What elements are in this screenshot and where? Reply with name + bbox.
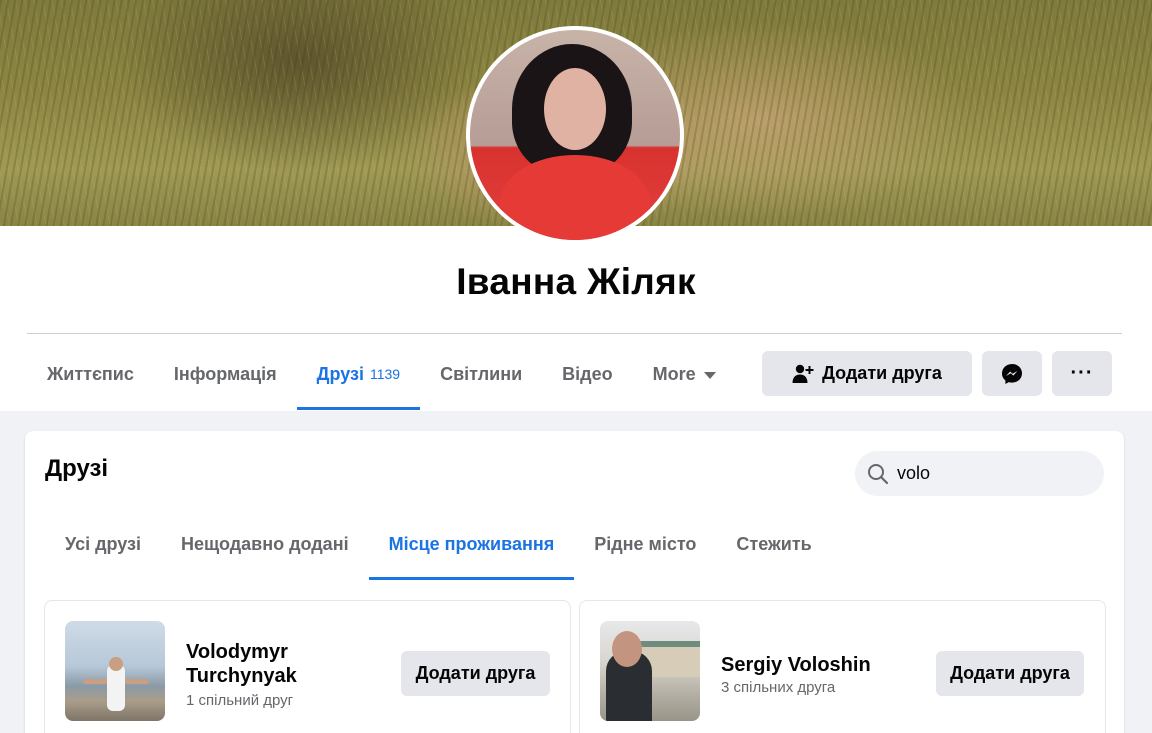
messenger-icon [1002, 363, 1022, 384]
tab-friends[interactable]: Друзі 1139 [296, 351, 421, 410]
tab-label: Світлини [440, 363, 523, 384]
subtab-hometown[interactable]: Рідне місто [574, 521, 716, 567]
tab-label: Відео [562, 363, 613, 384]
message-button[interactable] [982, 351, 1042, 396]
mutual-friends[interactable]: 3 спільних друга [721, 679, 835, 696]
search-icon [868, 463, 889, 484]
more-dots-icon: ··· [1070, 362, 1094, 384]
subtab-recently-added[interactable]: Нещодавно додані [161, 521, 369, 567]
tab-label: Життєпис [47, 363, 134, 384]
subtab-all-friends[interactable]: Усі друзі [45, 521, 161, 567]
tab-more[interactable]: More [633, 351, 736, 397]
add-person-icon [792, 364, 814, 383]
friend-photo[interactable] [600, 621, 700, 721]
profile-name: Іванна Жіляк [456, 261, 696, 302]
caret-down-icon [703, 371, 716, 379]
add-friend-button[interactable]: Додати друга [936, 651, 1084, 696]
add-friend-label: Додати друга [822, 363, 942, 383]
tab-photos[interactable]: Світлини [420, 351, 542, 397]
friend-card: Sergiy Voloshin 3 спільних друга Додати … [579, 600, 1106, 733]
header-divider [27, 333, 1122, 334]
friends-search[interactable] [855, 451, 1104, 496]
friend-photo[interactable] [65, 621, 165, 721]
tab-label: More [652, 363, 696, 384]
add-friend-button[interactable]: Додати друга [401, 651, 550, 696]
friend-name[interactable]: Volodymyr Turchynyak [186, 640, 366, 688]
subtab-following[interactable]: Стежить [716, 521, 831, 567]
friends-card: Друзі Усі друзі Нещодавно додані Місце п… [25, 431, 1124, 733]
add-friend-button[interactable]: Додати друга [762, 351, 972, 396]
subtab-current-city[interactable]: Місце проживання [368, 521, 575, 580]
search-input[interactable] [897, 463, 1077, 484]
profile-tabs: Життєпис Інформація Друзі 1139 Світлини В… [27, 351, 736, 411]
tab-about[interactable]: Інформація [154, 351, 297, 397]
profile-avatar[interactable] [466, 26, 684, 244]
friends-count: 1139 [369, 366, 401, 382]
tab-timeline[interactable]: Життєпис [27, 351, 154, 397]
more-options-button[interactable]: ··· [1052, 351, 1112, 396]
tab-videos[interactable]: Відео [542, 351, 632, 397]
friend-card: Volodymyr Turchynyak 1 спільний друг Дод… [44, 600, 571, 733]
mutual-friends[interactable]: 1 спільний друг [186, 692, 293, 709]
friends-subtabs: Усі друзі Нещодавно додані Місце прожива… [45, 521, 832, 580]
tab-label: Друзі [316, 363, 364, 384]
friend-name[interactable]: Sergiy Voloshin [721, 653, 921, 677]
tab-label: Інформація [173, 363, 277, 384]
friends-title: Друзі [45, 455, 109, 482]
